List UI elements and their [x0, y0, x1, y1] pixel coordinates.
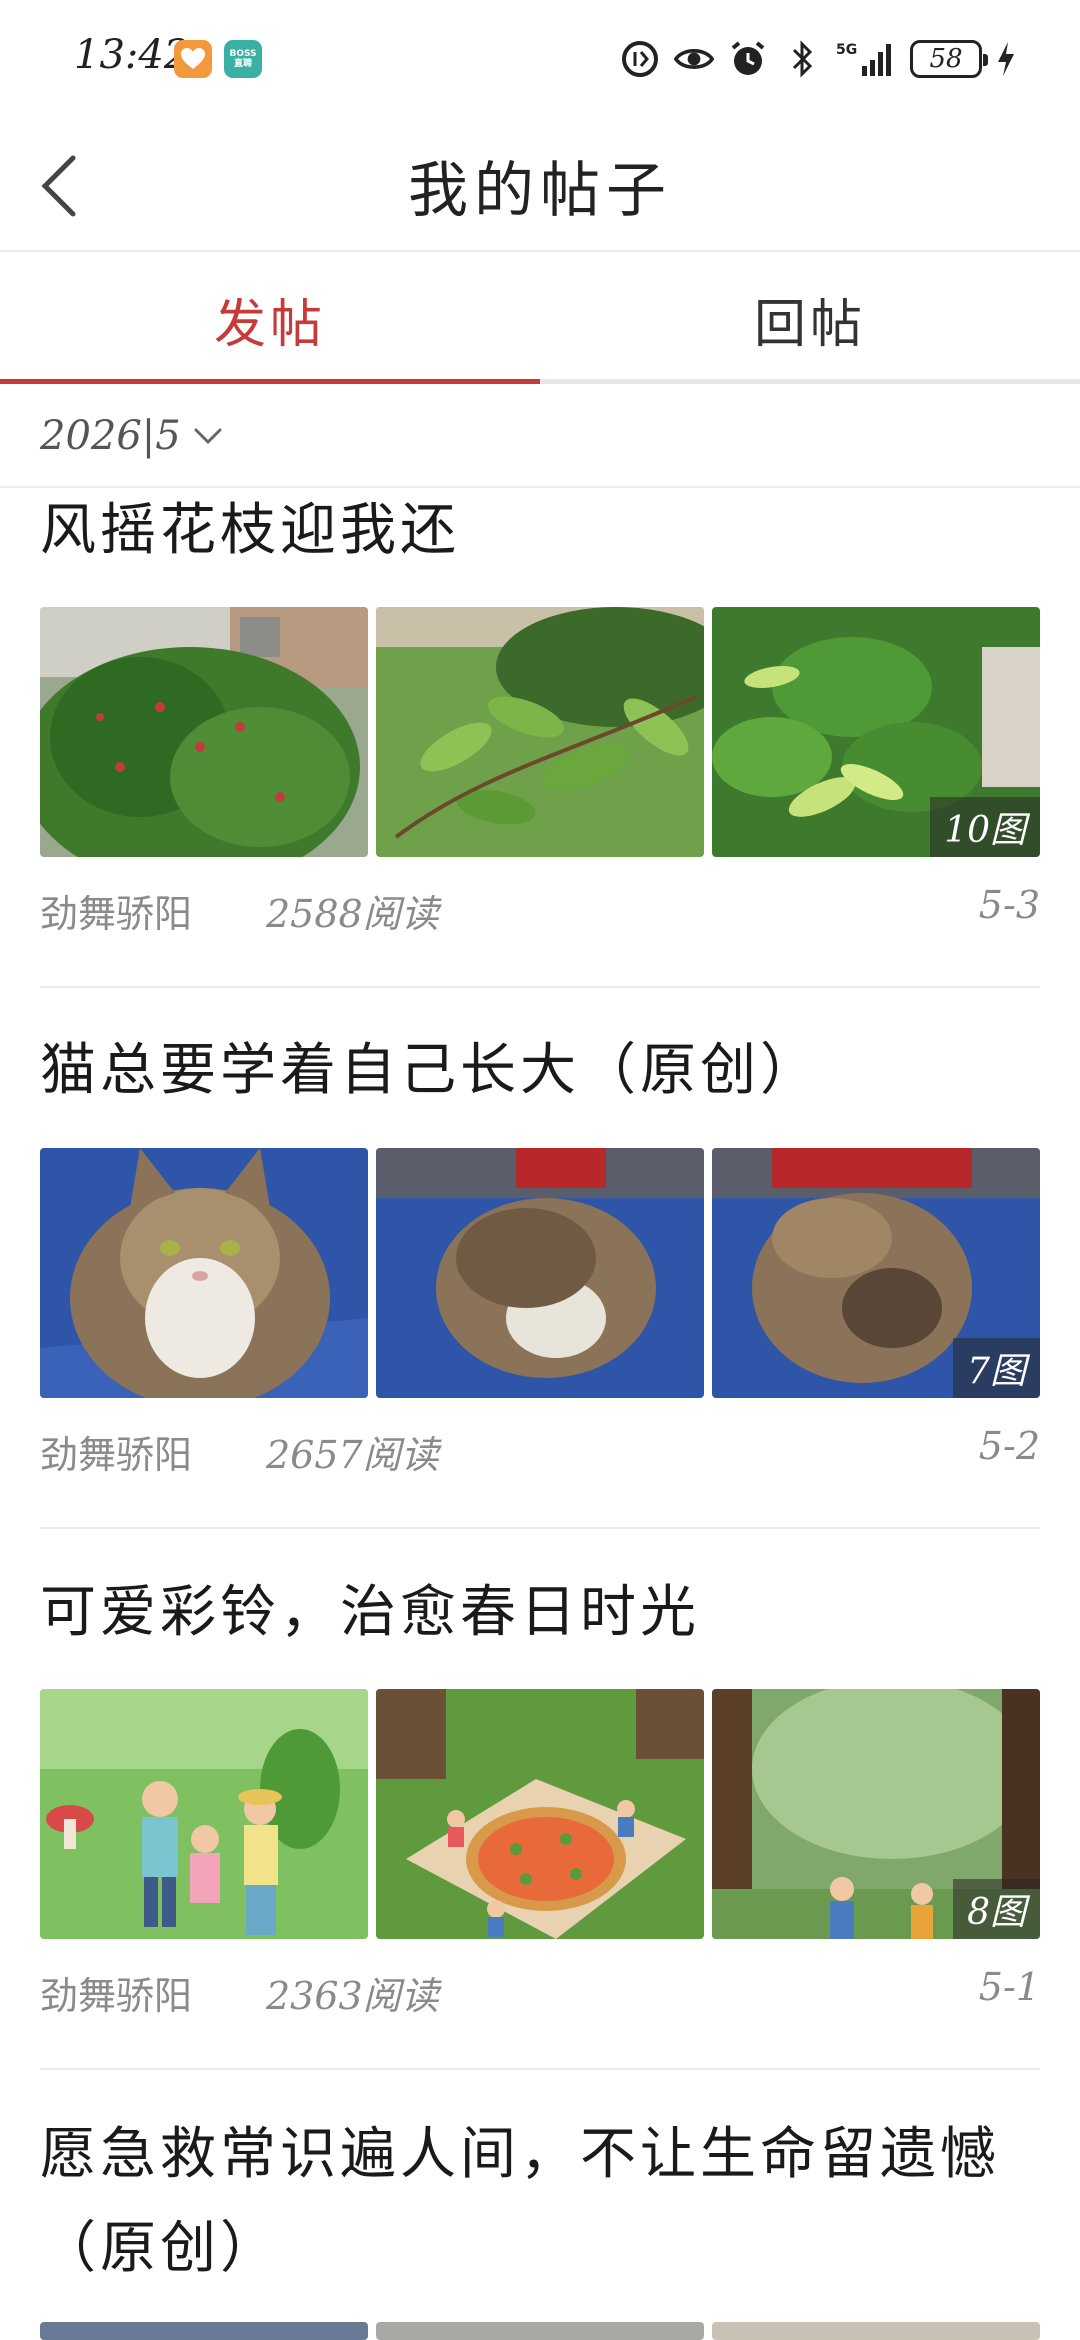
- image-count-badge: 10图: [930, 797, 1040, 857]
- post-date: 5-3: [978, 883, 1040, 927]
- post-image[interactable]: [376, 607, 704, 857]
- boss-app-label: BOSS: [229, 49, 257, 59]
- data-saver-icon: [620, 39, 660, 79]
- status-icons: 5G 58: [620, 36, 1016, 82]
- post-title: 猫总要学着自己长大（原创）: [40, 1038, 820, 1103]
- image-count-badge: 8图: [953, 1879, 1040, 1939]
- bluetooth-icon: [782, 39, 822, 79]
- date-filter-bar: 2026|5: [0, 384, 1080, 488]
- post-tabs: 发帖 回帖: [0, 254, 1080, 384]
- battery-indicator: 58: [910, 40, 988, 78]
- post-author[interactable]: 劲舞骄阳: [40, 883, 192, 938]
- post-card[interactable]: 愿急救常识遍人间，不让生命留遗憾（原创）: [40, 2108, 1040, 2340]
- post-date: 5-1: [978, 1965, 1040, 2009]
- post-image[interactable]: [376, 1148, 704, 1398]
- date-filter-dropdown[interactable]: 2026|5: [40, 406, 223, 466]
- boss-app-icon: BOSS 直聘: [224, 40, 262, 78]
- signal-icon: 5G: [836, 39, 896, 79]
- tab-posts[interactable]: 发帖: [0, 254, 540, 384]
- post-title: 可爱彩铃，治愈春日时光: [40, 1580, 700, 1645]
- post-image[interactable]: 10图: [712, 607, 1040, 857]
- page-header: 我的帖子: [0, 118, 1080, 252]
- post-meta: 劲舞骄阳 2588阅读 5-3: [40, 883, 1040, 943]
- post-card[interactable]: 猫总要学着自己长大（原创） 7图 劲舞骄阳 2657阅读 5-2: [40, 1030, 1040, 1530]
- post-meta: 劲舞骄阳 2657阅读 5-2: [40, 1424, 1040, 1484]
- post-images: 7图: [40, 1148, 1040, 1398]
- post-card[interactable]: 风摇花枝迎我还 10图 劲舞骄阳 2588阅读 5-3: [40, 490, 1040, 990]
- post-image[interactable]: [376, 1689, 704, 1939]
- post-title: 风摇花枝迎我还: [40, 498, 460, 563]
- chevron-down-icon: [194, 428, 222, 445]
- eye-icon: [674, 39, 714, 79]
- post-images: 8图: [40, 1689, 1040, 1939]
- post-date: 5-2: [978, 1424, 1040, 1468]
- post-images: [40, 2322, 1040, 2340]
- post-images: 10图: [40, 607, 1040, 857]
- post-image[interactable]: [40, 1148, 368, 1398]
- image-count-badge: 7图: [953, 1338, 1040, 1398]
- charging-icon: [996, 39, 1016, 79]
- post-image[interactable]: [712, 2322, 1040, 2340]
- post-author[interactable]: 劲舞骄阳: [40, 1965, 192, 2020]
- post-divider: [40, 2068, 1040, 2070]
- post-read-count: 2657阅读: [266, 1433, 439, 1477]
- page-title: 我的帖子: [408, 156, 672, 226]
- post-author[interactable]: 劲舞骄阳: [40, 1424, 192, 1479]
- tab-replies[interactable]: 回帖: [540, 254, 1080, 384]
- svg-text:5G: 5G: [836, 42, 857, 58]
- post-image[interactable]: [40, 1689, 368, 1939]
- post-read-count: 2588阅读: [266, 892, 439, 936]
- heart-app-icon: [174, 40, 212, 78]
- status-bar: 13:42 BOSS 直聘 5G 58: [0, 0, 1080, 118]
- post-divider: [40, 1527, 1040, 1529]
- post-title: 愿急救常识遍人间，不让生命留遗憾（原创）: [40, 2122, 1000, 2281]
- boss-app-sublabel: 直聘: [233, 59, 252, 69]
- date-filter-value: 2026|5: [40, 413, 181, 459]
- post-image[interactable]: 8图: [712, 1689, 1040, 1939]
- status-time: 13:42: [74, 32, 190, 78]
- post-card[interactable]: 可爱彩铃，治愈春日时光 8图 劲舞骄阳 2363阅读 5-1: [40, 1572, 1040, 2072]
- post-image[interactable]: [40, 2322, 368, 2340]
- post-image[interactable]: [40, 607, 368, 857]
- post-read-count: 2363阅读: [266, 1974, 439, 2018]
- post-image[interactable]: 7图: [712, 1148, 1040, 1398]
- post-divider: [40, 986, 1040, 988]
- post-image[interactable]: [376, 2322, 704, 2340]
- post-meta: 劲舞骄阳 2363阅读 5-1: [40, 1965, 1040, 2025]
- alarm-icon: [728, 39, 768, 79]
